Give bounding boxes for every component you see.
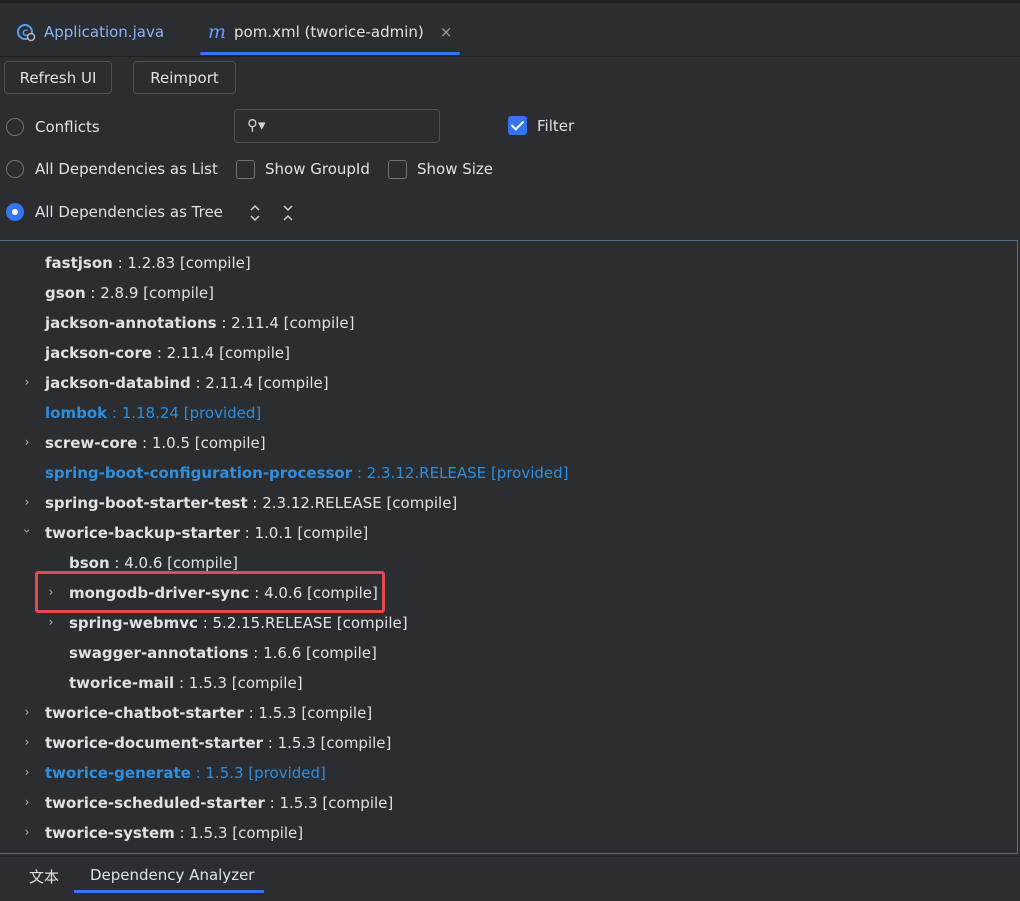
- reimport-button[interactable]: Reimport: [133, 61, 236, 94]
- tree-row[interactable]: lombok : 1.18.24 [provided]: [45, 398, 261, 428]
- refresh-ui-button[interactable]: Refresh UI: [4, 61, 112, 94]
- as-tree-radio[interactable]: [6, 203, 24, 221]
- collapse-arrow-icon[interactable]: ›: [20, 526, 34, 536]
- expand-all-icon[interactable]: [248, 204, 262, 222]
- tree-row[interactable]: fastjson : 1.2.83 [compile]: [45, 248, 251, 278]
- tab-application-java[interactable]: C Application.java: [16, 10, 164, 54]
- as-list-label: All Dependencies as List: [35, 160, 218, 178]
- filter-label: Filter: [537, 117, 575, 135]
- tab-label: Application.java: [44, 23, 165, 41]
- maven-m-icon: m: [208, 21, 227, 43]
- tree-row[interactable]: jackson-databind : 2.11.4 [compile]: [45, 368, 329, 398]
- tree-row[interactable]: tworice-document-starter : 1.5.3 [compil…: [45, 728, 391, 758]
- collapse-all-icon[interactable]: [281, 204, 295, 222]
- expand-arrow-icon[interactable]: ›: [22, 795, 32, 809]
- show-size-label: Show Size: [417, 160, 494, 178]
- tree-row[interactable]: tworice-system : 1.5.3 [compile]: [45, 818, 303, 848]
- tree-row[interactable]: spring-boot-starter-test : 2.3.12.RELEAS…: [45, 488, 457, 518]
- tree-row[interactable]: screw-core : 1.0.5 [compile]: [45, 428, 266, 458]
- tree-row[interactable]: jackson-annotations : 2.11.4 [compile]: [45, 308, 354, 338]
- tree-row[interactable]: jackson-core : 2.11.4 [compile]: [45, 338, 290, 368]
- expand-arrow-icon[interactable]: ›: [22, 735, 32, 749]
- active-bottom-tab-indicator: [74, 890, 264, 893]
- show-groupid-label: Show GroupId: [265, 160, 370, 178]
- active-tab-indicator: [200, 52, 460, 55]
- expand-arrow-icon[interactable]: ›: [46, 615, 56, 629]
- close-icon[interactable]: ×: [440, 23, 453, 41]
- tree-row[interactable]: spring-boot-configuration-processor : 2.…: [45, 458, 569, 488]
- tree-row[interactable]: tworice-generate : 1.5.3 [provided]: [45, 758, 326, 788]
- tree-row[interactable]: tworice-chatbot-starter : 1.5.3 [compile…: [45, 698, 372, 728]
- highlight-annotation: [35, 571, 385, 613]
- tab-pom-xml[interactable]: m pom.xml (tworice-admin) ×: [208, 10, 452, 54]
- search-input[interactable]: [269, 114, 433, 140]
- filter-checkbox[interactable]: [508, 116, 527, 135]
- java-class-icon: C: [17, 24, 36, 42]
- search-box[interactable]: ⚲▾: [234, 109, 440, 143]
- conflicts-label: Conflicts: [35, 118, 100, 136]
- top-divider: [0, 0, 1020, 3]
- conflicts-radio[interactable]: [6, 118, 24, 136]
- tree-row[interactable]: swagger-annotations : 1.6.6 [compile]: [69, 638, 377, 668]
- tree-row[interactable]: tworice-mail : 1.5.3 [compile]: [69, 668, 303, 698]
- tab-label: pom.xml (tworice-admin): [234, 23, 424, 41]
- tree-row[interactable]: tworice-scheduled-starter : 1.5.3 [compi…: [45, 788, 393, 818]
- search-icon[interactable]: ⚲▾: [247, 116, 266, 134]
- expand-arrow-icon[interactable]: ›: [22, 495, 32, 509]
- as-tree-label: All Dependencies as Tree: [35, 203, 223, 221]
- expand-arrow-icon[interactable]: ›: [22, 375, 32, 389]
- expand-arrow-icon[interactable]: ›: [22, 765, 32, 779]
- expand-arrow-icon[interactable]: ›: [22, 435, 32, 449]
- tab-dependency-analyzer[interactable]: Dependency Analyzer: [90, 866, 254, 884]
- tree-row[interactable]: tworice-backup-starter : 1.0.1 [compile]: [45, 518, 368, 548]
- tab-text[interactable]: 文本: [29, 866, 59, 887]
- tree-row[interactable]: gson : 2.8.9 [compile]: [45, 278, 214, 308]
- show-groupid-checkbox[interactable]: [236, 160, 255, 179]
- as-list-radio[interactable]: [6, 160, 24, 178]
- expand-arrow-icon[interactable]: ›: [22, 825, 32, 839]
- show-size-checkbox[interactable]: [388, 160, 407, 179]
- expand-arrow-icon[interactable]: ›: [22, 705, 32, 719]
